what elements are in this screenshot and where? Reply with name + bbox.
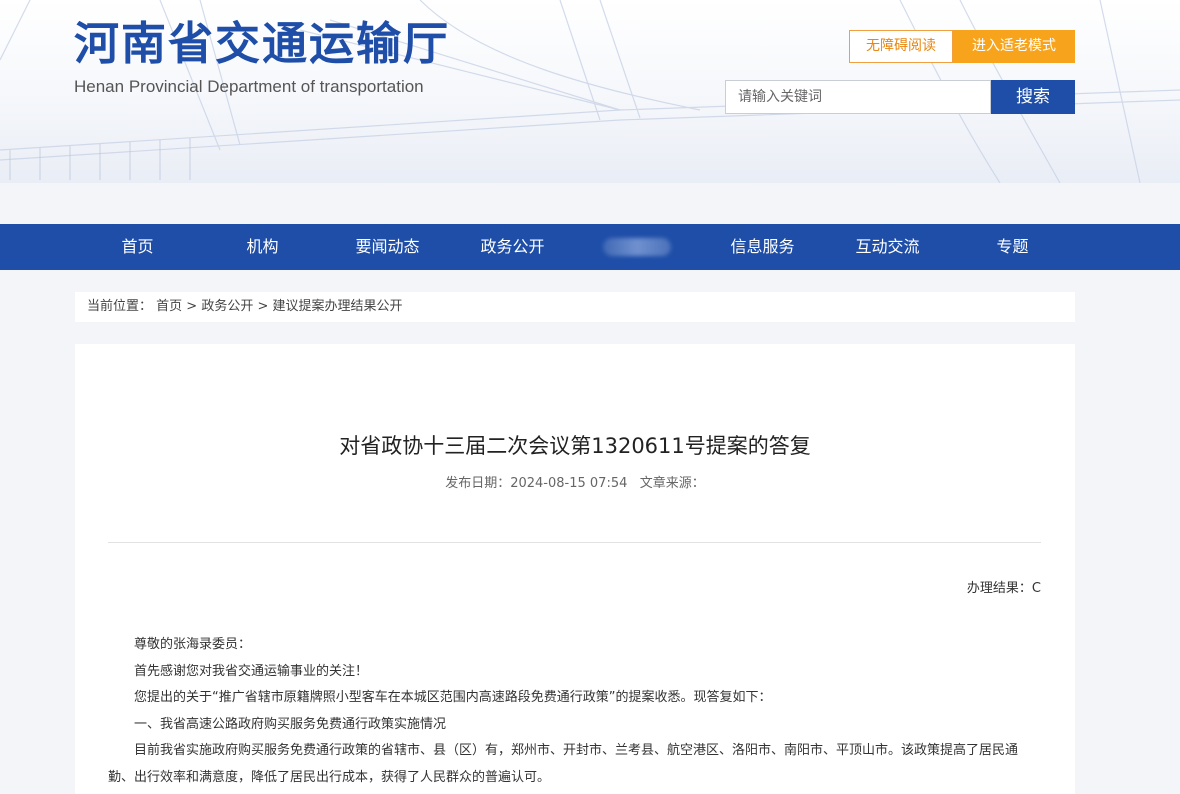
breadcrumb-current[interactable]: 建议提案办理结果公开 bbox=[273, 299, 403, 314]
nav-item-home[interactable]: 首页 bbox=[75, 224, 200, 270]
nav-item-news[interactable]: 要闻动态 bbox=[325, 224, 450, 270]
breadcrumb-separator: > bbox=[253, 299, 273, 314]
search-button[interactable]: 搜索 bbox=[991, 80, 1075, 114]
accessibility-reading-button[interactable]: 无障碍阅读 bbox=[849, 30, 953, 63]
article-meta: 发布日期：2024-08-15 07:54 文章来源： bbox=[75, 475, 1075, 493]
breadcrumb-government-affairs[interactable]: 政务公开 bbox=[201, 299, 253, 314]
article-body: 尊敬的张海录委员： 首先感谢您对我省交通运输事业的关注！ 您提出的关于“推广省辖… bbox=[108, 632, 1041, 791]
elder-mode-button[interactable]: 进入适老模式 bbox=[953, 30, 1075, 63]
nav-item-interaction[interactable]: 互动交流 bbox=[825, 224, 950, 270]
publish-date: 2024-08-15 07:54 bbox=[510, 476, 628, 491]
handling-result: 办理结果：C bbox=[967, 580, 1041, 598]
divider bbox=[108, 542, 1041, 543]
main-nav: 首页 机构 要闻动态 政务公开 信息服务 互动交流 专题 bbox=[0, 224, 1180, 270]
nav-item-organization[interactable]: 机构 bbox=[200, 224, 325, 270]
paragraph: 首先感谢您对我省交通运输事业的关注！ bbox=[134, 663, 369, 679]
paragraph: 一、我省高速公路政府购买服务免费通行政策实施情况 bbox=[134, 716, 447, 732]
nav-item-info-services[interactable]: 信息服务 bbox=[700, 224, 825, 270]
result-label: 办理结果： bbox=[966, 581, 1032, 596]
site-logo-subtitle: Henan Provincial Department of transport… bbox=[74, 77, 424, 96]
result-value: C bbox=[1031, 581, 1041, 596]
breadcrumb-trail: 当前位置： 首页 > 政务公开 > 建议提案办理结果公开 bbox=[87, 292, 403, 322]
source-label: 文章来源： bbox=[639, 476, 705, 491]
breadcrumb: 当前位置： 首页 > 政务公开 > 建议提案办理结果公开 bbox=[75, 292, 1075, 322]
paragraph: 您提出的关于“推广省辖市原籍牌照小型客车在本城区范围内高速路段免费通行政策”的提… bbox=[134, 690, 772, 705]
nav-item-government-affairs[interactable]: 政务公开 bbox=[450, 224, 575, 270]
paragraph: 目前我省实施政府购买服务免费通行政策的省辖市、县（区）有，郑州市、开封市、兰考县… bbox=[108, 743, 1019, 785]
search-input[interactable] bbox=[726, 81, 990, 113]
publish-date-label: 发布日期： bbox=[445, 476, 511, 491]
breadcrumb-separator: > bbox=[182, 299, 202, 314]
article-title: 对省政协十三届二次会议第1320611号提案的答复 bbox=[339, 434, 811, 458]
nav-item-obscured[interactable] bbox=[575, 224, 700, 270]
breadcrumb-home[interactable]: 首页 bbox=[156, 299, 182, 314]
site-logo-title[interactable]: 河南省交通运输厅 bbox=[74, 16, 450, 72]
article-panel: 对省政协十三届二次会议第1320611号提案的答复 发布日期：2024-08-1… bbox=[75, 344, 1075, 794]
site-header: 河南省交通运输厅 Henan Provincial Department of … bbox=[0, 0, 1180, 183]
blurred-label bbox=[603, 238, 671, 256]
search-box bbox=[725, 80, 991, 114]
breadcrumb-prefix: 当前位置： bbox=[87, 299, 153, 314]
paragraph: 尊敬的张海录委员： bbox=[134, 637, 252, 652]
nav-item-topics[interactable]: 专题 bbox=[950, 224, 1075, 270]
